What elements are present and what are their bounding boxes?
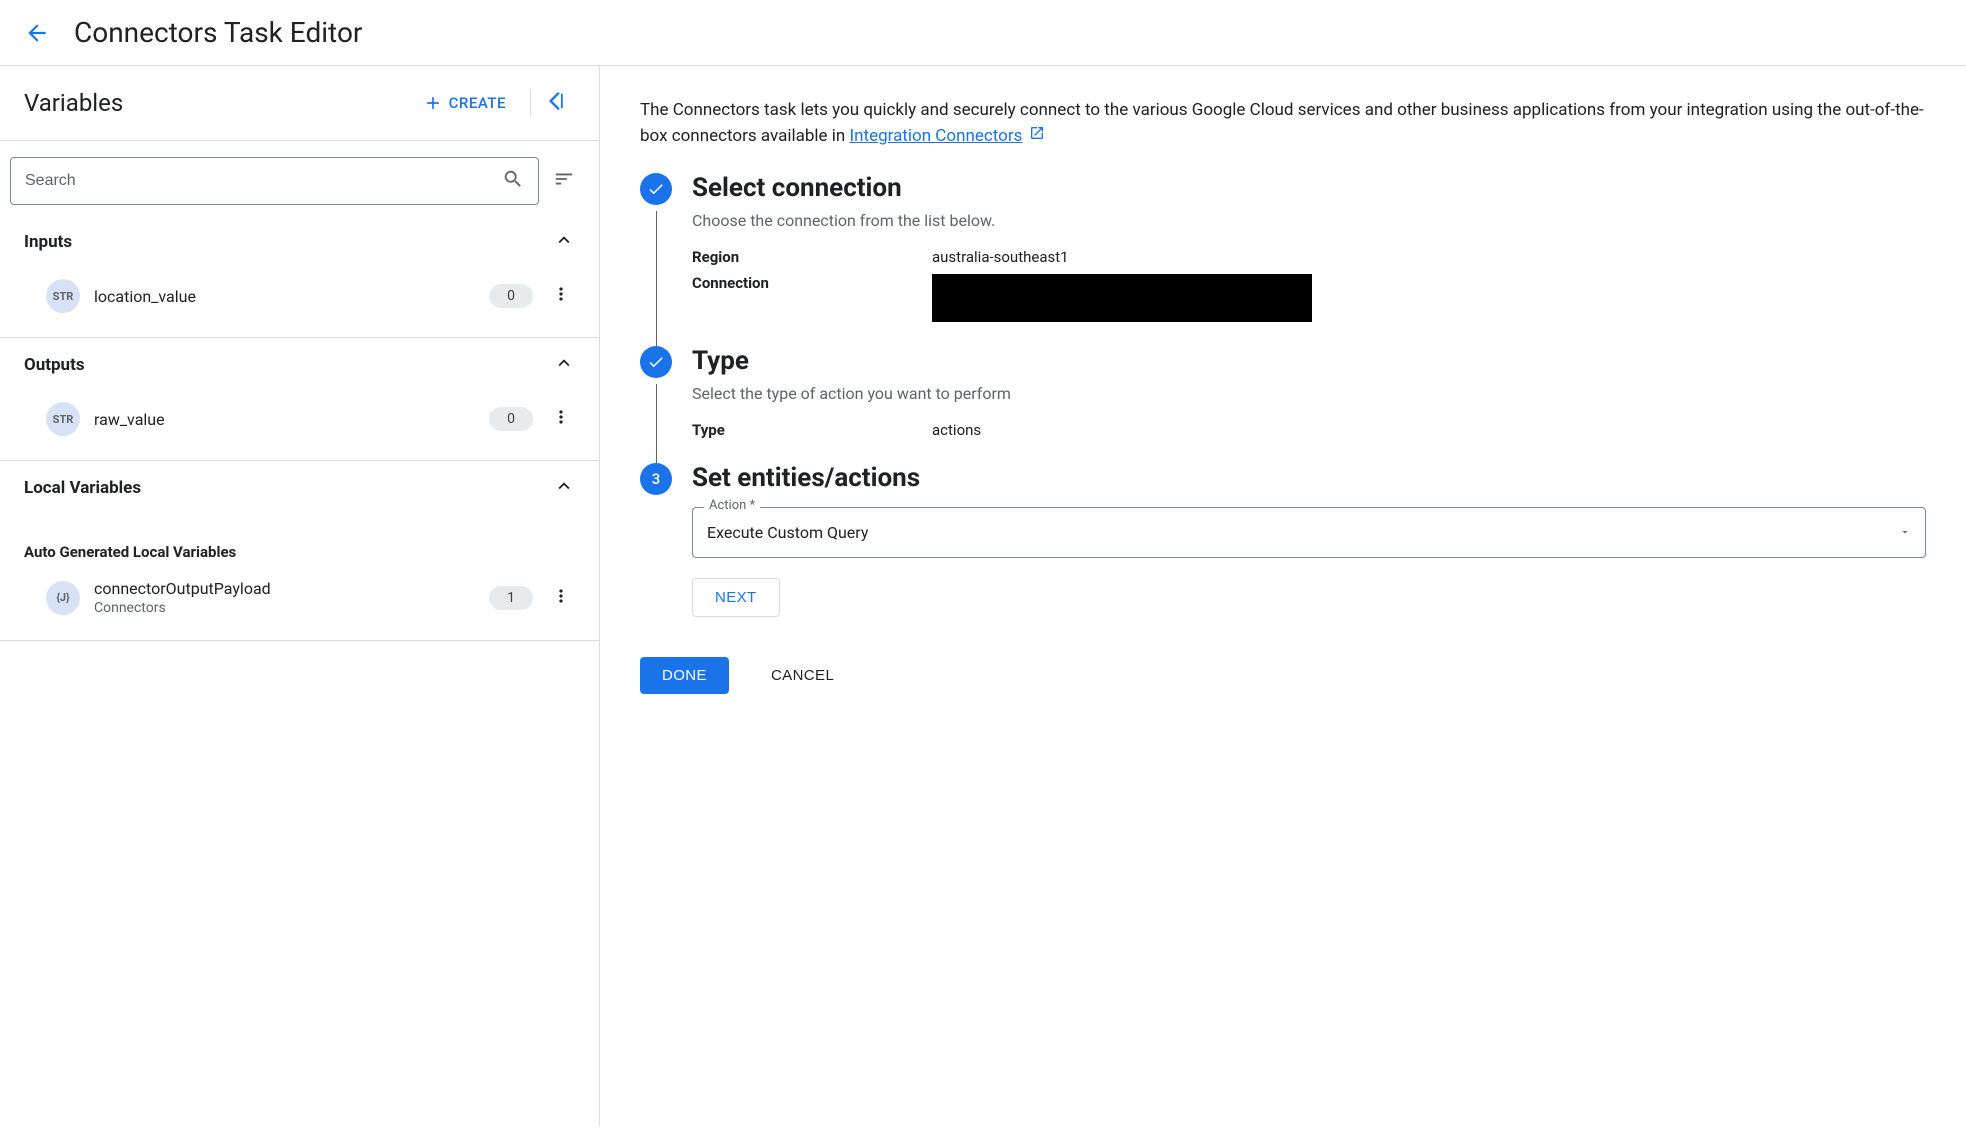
local-variables-section: Local Variables Auto Generated Local Var… [0, 461, 599, 641]
next-button[interactable]: NEXT [692, 578, 780, 617]
variables-title: Variables [24, 89, 123, 117]
variable-row[interactable]: STR raw_value 0 [0, 392, 599, 460]
variables-panel: Variables CREATE [0, 66, 600, 1126]
type-label: Type [692, 421, 932, 439]
dropdown-arrow-icon [1899, 523, 1911, 542]
variable-subtitle: Connectors [94, 600, 475, 616]
action-select-field[interactable]: Action * Execute Custom Query [692, 507, 1926, 558]
cancel-button[interactable]: CANCEL [749, 657, 856, 694]
outputs-title: Outputs [24, 355, 85, 375]
create-label: CREATE [449, 94, 506, 112]
configuration-panel: The Connectors task lets you quickly and… [600, 66, 1966, 1126]
step-subtitle: Choose the connection from the list belo… [692, 211, 1926, 230]
type-chip-str: STR [46, 402, 80, 436]
filter-icon[interactable] [553, 168, 575, 194]
action-select-value: Execute Custom Query [707, 523, 868, 542]
search-box[interactable] [10, 157, 539, 205]
connection-value-redacted [932, 274, 1312, 322]
chevron-up-icon [553, 229, 575, 255]
step-title: Set entities/actions [692, 463, 1926, 493]
region-value: australia-southeast1 [932, 248, 1926, 266]
external-link-icon [1029, 126, 1045, 146]
search-icon [502, 168, 524, 194]
step-complete-icon [640, 346, 672, 378]
usage-count-badge: 0 [489, 407, 533, 431]
local-variables-title: Local Variables [24, 478, 141, 498]
inputs-header[interactable]: Inputs [0, 215, 599, 269]
type-chip-str: STR [46, 279, 80, 313]
chevron-up-icon [553, 352, 575, 378]
variable-name: connectorOutputPayload [94, 579, 475, 598]
step-type: Type Select the type of action you want … [640, 346, 1926, 463]
back-arrow-icon[interactable] [24, 20, 50, 46]
more-vert-icon[interactable] [547, 280, 575, 312]
step-subtitle: Select the type of action you want to pe… [692, 384, 1926, 403]
collapse-panel-icon[interactable] [545, 86, 575, 120]
page-title: Connectors Task Editor [74, 16, 362, 49]
auto-generated-title: Auto Generated Local Variables [0, 515, 599, 569]
done-button[interactable]: DONE [640, 657, 729, 694]
region-label: Region [692, 248, 932, 266]
connection-label: Connection [692, 274, 932, 322]
step-complete-icon [640, 173, 672, 205]
more-vert-icon[interactable] [547, 403, 575, 435]
usage-count-badge: 1 [489, 586, 533, 610]
step-select-connection: Select connection Choose the connection … [640, 173, 1926, 346]
variable-row[interactable]: {J} connectorOutputPayload Connectors 1 [0, 569, 599, 640]
local-variables-header[interactable]: Local Variables [0, 461, 599, 515]
create-variable-button[interactable]: CREATE [413, 87, 516, 119]
step-title: Type [692, 346, 1926, 376]
step-title: Select connection [692, 173, 1926, 203]
chevron-up-icon [553, 475, 575, 501]
integration-connectors-link[interactable]: Integration Connectors [850, 126, 1023, 146]
more-vert-icon[interactable] [547, 582, 575, 614]
variable-name: raw_value [94, 410, 475, 429]
step-number-icon: 3 [640, 463, 672, 495]
variable-row[interactable]: STR location_value 0 [0, 269, 599, 337]
outputs-section: Outputs STR raw_value 0 [0, 338, 599, 461]
type-chip-json: {J} [46, 581, 80, 615]
type-value: actions [932, 421, 1926, 439]
search-input[interactable] [25, 172, 502, 190]
step-entities-actions: 3 Set entities/actions Action * Execute … [640, 463, 1926, 637]
inputs-section: Inputs STR location_value 0 [0, 215, 599, 338]
connector-description: The Connectors task lets you quickly and… [640, 98, 1926, 149]
usage-count-badge: 0 [489, 284, 533, 308]
variable-name: location_value [94, 287, 475, 306]
inputs-title: Inputs [24, 232, 72, 252]
action-select-label: Action * [704, 498, 760, 513]
task-editor-header: Connectors Task Editor [0, 0, 1966, 66]
outputs-header[interactable]: Outputs [0, 338, 599, 392]
